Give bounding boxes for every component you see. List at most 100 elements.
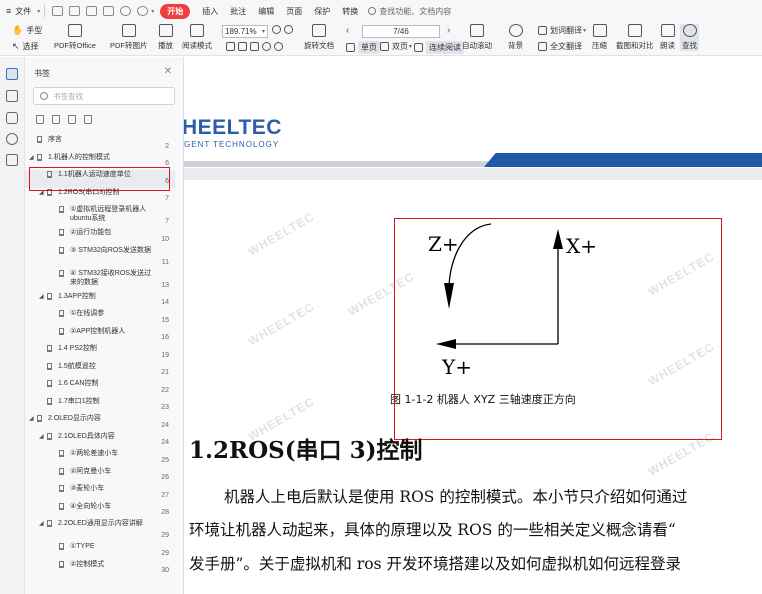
thumbnail-icon[interactable] [6,90,18,102]
tab-convert[interactable]: 转换 [336,6,364,17]
bookmark-tree: 序言 2 ◢ 1.机器人的控制模式 6 1.1机器人运动速度单位 6 ◢ 1.2ROS(串口3)… [25,133,175,594]
next-page-icon[interactable]: › [447,25,450,36]
continuous-read-button[interactable]: 连续阅读 [414,41,464,54]
bookmark-item[interactable]: ②阿克曼小车 26 [25,467,175,485]
bookmark-search-input[interactable]: 书签查找 [33,87,175,105]
bookmark-icon [37,136,42,143]
translate-words-label: 划词翻译 [550,26,582,35]
save-icon[interactable] [69,6,81,16]
tab-annotate[interactable]: 批注 [224,6,252,17]
page-number-input[interactable]: 7/46 [362,25,440,38]
collapse-arrow-icon[interactable]: ◢ [39,293,44,300]
menu-icon[interactable]: ≡ [0,6,15,16]
tab-insert[interactable]: 插入 [196,6,224,17]
tab-protect[interactable]: 保护 [308,6,336,17]
pdf-to-image-button[interactable]: PDF转图片 [110,24,148,51]
bookmark-label: 2.OLED显示内容 [48,415,101,422]
rotate-left-icon[interactable] [262,42,271,51]
bookmark-label: ④全向轮小车 [70,502,112,510]
book-icon [190,24,204,37]
bookmark-icon [59,246,64,254]
search-icon [682,24,697,37]
close-icon[interactable]: ✕ [164,66,172,77]
bookmark-item[interactable]: ④ STM32接收ROS发送过来的数据 13 [25,269,175,292]
bookmark-page-number: 7 [165,218,169,225]
attachment-icon[interactable] [6,133,18,145]
bookmark-item[interactable]: ②运行功能包 10 [25,228,175,246]
collapse-all-icon[interactable] [52,115,60,124]
single-page-button[interactable]: 单页 [346,41,380,54]
prev-page-icon[interactable]: ‹ [346,25,349,36]
rotate-doc-button[interactable]: 旋转文档 [304,24,334,51]
bookmark-item[interactable]: ①两轮差速小车 25 [25,449,175,467]
hand-icon: ✋ [12,25,24,35]
signature-icon[interactable] [6,154,18,166]
add-bookmark-icon[interactable] [68,115,76,124]
single-page-icon [346,43,355,52]
auto-scroll-button[interactable]: 自动滚动 [462,24,492,51]
hand-tool-button[interactable]: ✋ 手型 [12,25,42,36]
bookmark-item[interactable]: ④全向轮小车 28 [25,502,175,520]
screenshot-compare-button[interactable]: 截图和对比 [616,24,654,51]
background-button[interactable]: 背景 [508,24,523,51]
bookmark-item[interactable]: ◢ 1.3APP控制 14 [25,292,175,310]
tab-edit[interactable]: 编辑 [252,6,280,17]
read-mode-button[interactable]: 阅读模式 [182,24,212,51]
collapse-arrow-icon[interactable]: ◢ [39,520,44,527]
read-aloud-button[interactable]: 朗读 [660,24,675,51]
screenshot-icon [627,24,642,37]
tab-start[interactable]: 开始 [160,3,191,19]
bookmark-item[interactable]: ①TYPE 29 [25,542,175,560]
print-icon[interactable] [86,6,98,16]
expand-all-icon[interactable] [36,115,44,124]
double-page-button[interactable]: 双页 ▾ [380,41,412,52]
delete-bookmark-icon[interactable] [84,115,92,124]
bookmark-icon[interactable] [6,68,18,80]
bookmark-item[interactable]: ◢ 2.2OLED通用显示内容讲解 29 [25,519,175,542]
bookmark-item[interactable]: ◢ 2.OLED显示内容 24 [25,414,175,432]
export-icon[interactable] [103,6,115,16]
bookmark-item[interactable]: ①虚拟机远程登录机器人ubuntu系统 7 [25,205,175,228]
fit-page-icon[interactable] [226,42,235,51]
bookmark-item[interactable]: ◢ 2.1OLED具体内容 24 [25,432,175,450]
bookmark-item[interactable]: 1.7串口1控制 23 [25,397,175,415]
open-folder-icon[interactable] [52,6,64,16]
fit-width-icon[interactable] [238,42,247,51]
bookmark-item[interactable]: ①在线调参 15 [25,309,175,327]
bookmark-item[interactable]: 1.5航模遥控 21 [25,362,175,380]
bookmark-item[interactable]: ②APP控制机器人 16 [25,327,175,345]
zoom-select[interactable]: 189.71% ▾ [222,25,268,38]
rotate-right-icon[interactable] [274,42,283,51]
zoom-out-icon[interactable] [272,25,281,34]
tab-page[interactable]: 页面 [280,6,308,17]
bookmark-item[interactable]: ③麦轮小车 27 [25,484,175,502]
search-box[interactable]: 查找功能、文档内容 [368,6,451,17]
zoom-buttons [272,25,296,34]
menu-file[interactable]: 文件 [15,6,37,17]
collapse-arrow-icon[interactable]: ◢ [29,154,34,161]
chevron-down-icon: ▾ [583,28,587,34]
bookmark-item[interactable]: 1.6 CAN控制 22 [25,379,175,397]
bookmark-item[interactable]: 序言 2 [25,135,175,153]
bookmark-item[interactable]: 1.4 PS2控制 19 [25,344,175,362]
find-button[interactable]: 查找 [680,24,699,51]
redo-icon[interactable] [137,6,149,16]
collapse-arrow-icon[interactable]: ◢ [29,415,34,422]
chevron-down-icon[interactable]: ▾ [37,8,40,15]
comment-icon[interactable] [6,112,18,124]
header-band-accent [484,153,762,167]
actual-size-icon[interactable] [250,42,259,51]
translate-words-button[interactable]: 划词翻译 ▾ [538,25,586,36]
pdf-to-office-button[interactable]: PDF转Office [54,24,96,51]
compress-button[interactable]: 压缩 [592,24,607,51]
play-button[interactable]: 播放 [158,24,173,51]
undo-icon[interactable] [120,6,132,16]
full-translate-button[interactable]: 全文翻译 [538,41,582,52]
bookmark-item[interactable]: ③ STM32向ROS发送数据 11 [25,246,175,269]
chevron-down-icon[interactable]: ▾ [151,8,154,15]
bookmark-label: 1.5航模遥控 [58,362,96,370]
select-tool-button[interactable]: ↖ 选择 [12,41,39,52]
bookmark-item[interactable]: ②控制模式 30 [25,560,175,578]
zoom-in-icon[interactable] [284,25,293,34]
collapse-arrow-icon[interactable]: ◢ [39,433,44,440]
